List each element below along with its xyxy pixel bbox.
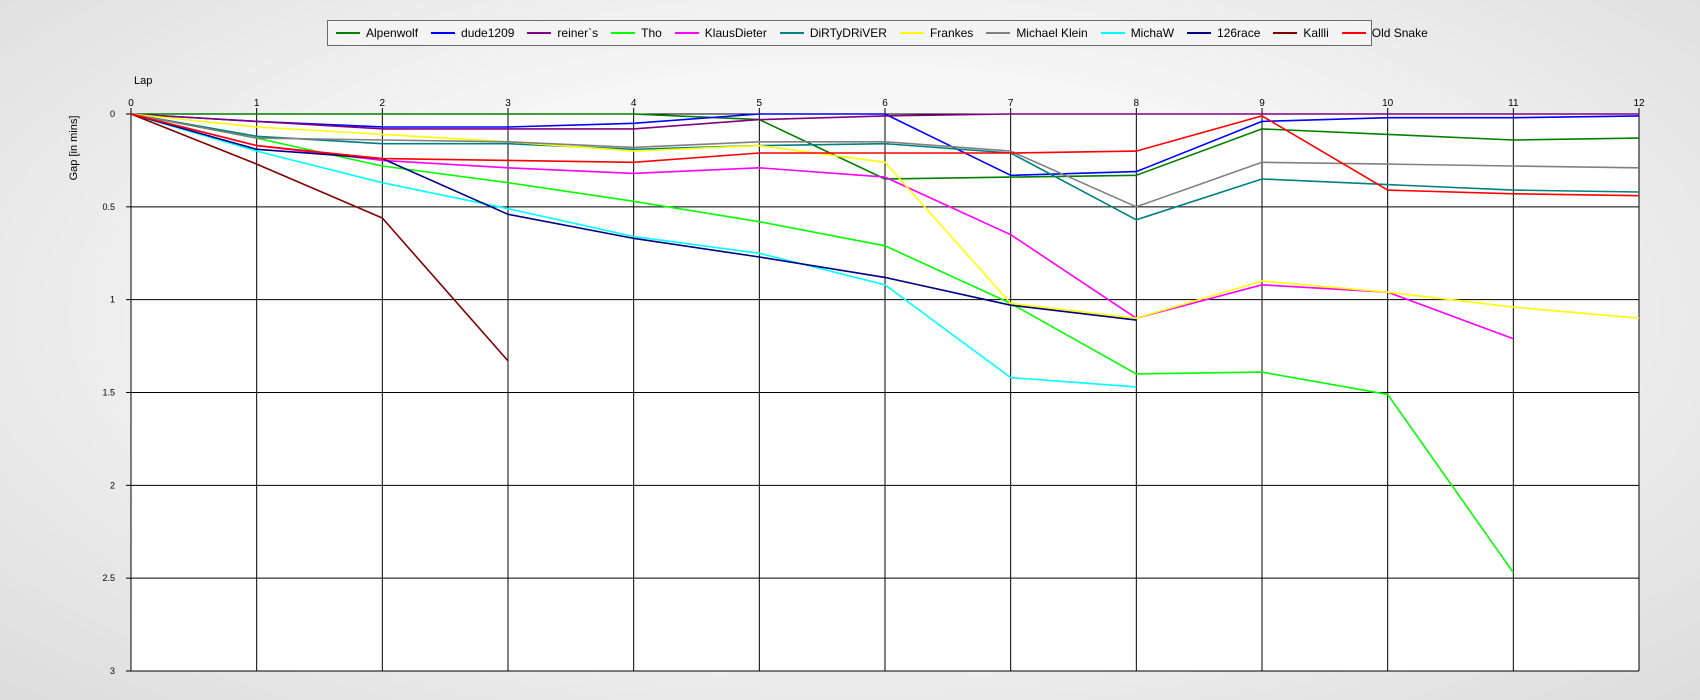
x-tick-label: 7 <box>1008 98 1014 109</box>
x-axis-label: Lap <box>134 75 152 87</box>
line-chart: 0 1 2 3 4 5 6 7 8 9 10 11 1200.511.522.53 Lap Gap [i… <box>68 75 1645 676</box>
x-tick-label: 12 <box>1633 98 1645 109</box>
y-tick-label: 1.5 <box>102 388 115 398</box>
x-tick-label: 2 <box>380 98 386 109</box>
x-tick-label: 10 <box>1382 98 1394 109</box>
x-tick-label: 9 <box>1259 98 1265 109</box>
x-tick-label: 8 <box>1134 98 1140 109</box>
y-tick-label: 2.5 <box>102 573 115 583</box>
x-tick-label: 4 <box>631 98 637 109</box>
y-tick-label: 2 <box>110 480 115 490</box>
x-tick-label: 3 <box>505 98 511 109</box>
y-tick-label: 1 <box>110 295 115 305</box>
x-tick-label: 0 <box>128 98 134 109</box>
x-tick-label: 1 <box>254 98 260 109</box>
x-tick-label: 11 <box>1508 98 1519 109</box>
y-tick-label: 0.5 <box>102 202 115 212</box>
y-axis-label: Gap [in mins] <box>68 116 80 181</box>
x-tick-label: 5 <box>757 98 763 109</box>
x-tick-label: 6 <box>882 98 888 109</box>
y-tick-label: 0 <box>110 109 115 119</box>
y-tick-label: 3 <box>110 666 115 676</box>
